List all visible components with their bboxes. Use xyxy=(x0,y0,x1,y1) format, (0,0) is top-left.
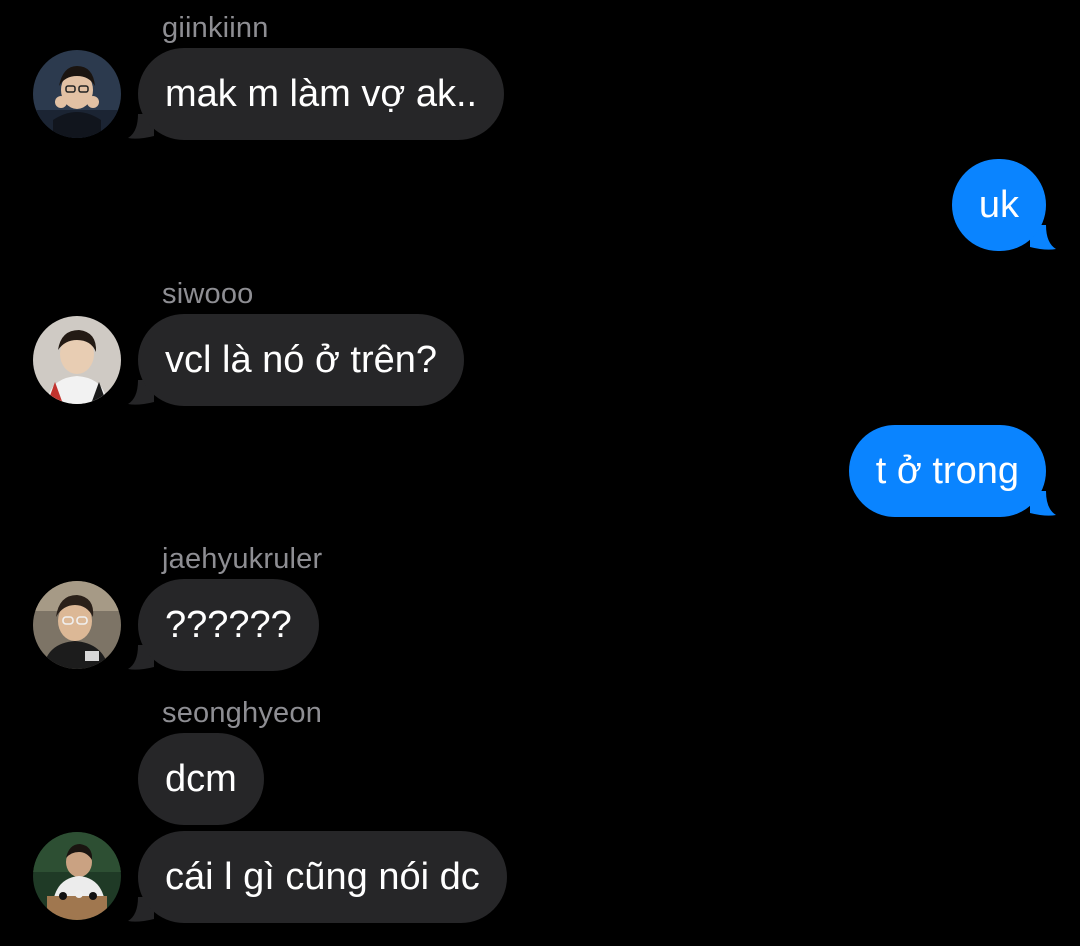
message-bubble-outgoing[interactable]: uk xyxy=(951,159,1046,251)
avatar-jaehyukruler-image xyxy=(33,581,121,669)
message-text: uk xyxy=(978,183,1019,226)
message-bubble-incoming[interactable]: vcl là nó ở trên? xyxy=(138,314,465,406)
avatar-siwooo-image xyxy=(33,316,121,404)
message-text: mak m làm vợ ak.. xyxy=(165,72,478,115)
avatar-seonghyeon[interactable] xyxy=(33,832,121,920)
message-bubble-incoming[interactable]: cái l gì cũng nói dc xyxy=(138,831,507,923)
sender-name-seonghyeon: seonghyeon xyxy=(162,697,323,729)
sender-name-jaehyukruler: jaehyukruler xyxy=(162,543,323,575)
sender-name-siwooo: siwooo xyxy=(162,278,254,310)
message-bubble-incoming[interactable]: dcm xyxy=(138,733,264,825)
avatar-jaehyukruler[interactable] xyxy=(33,581,121,669)
avatar-giinkiinn-image xyxy=(33,50,121,138)
avatar-siwooo[interactable] xyxy=(33,316,121,404)
sender-name-giinkiinn: giinkiinn xyxy=(162,12,269,44)
message-bubble-outgoing[interactable]: t ở trong xyxy=(848,425,1046,517)
avatar-seonghyeon-image xyxy=(33,832,121,920)
avatar-giinkiinn[interactable] xyxy=(33,50,121,138)
message-text: cái l gì cũng nói dc xyxy=(165,855,480,898)
message-bubble-incoming[interactable]: mak m làm vợ ak.. xyxy=(138,48,505,140)
message-text: dcm xyxy=(165,757,237,800)
message-text: t ở trong xyxy=(875,449,1019,492)
message-text: vcl là nó ở trên? xyxy=(165,338,438,381)
message-text: ?????? xyxy=(165,603,292,646)
message-bubble-incoming[interactable]: ?????? xyxy=(138,579,319,671)
